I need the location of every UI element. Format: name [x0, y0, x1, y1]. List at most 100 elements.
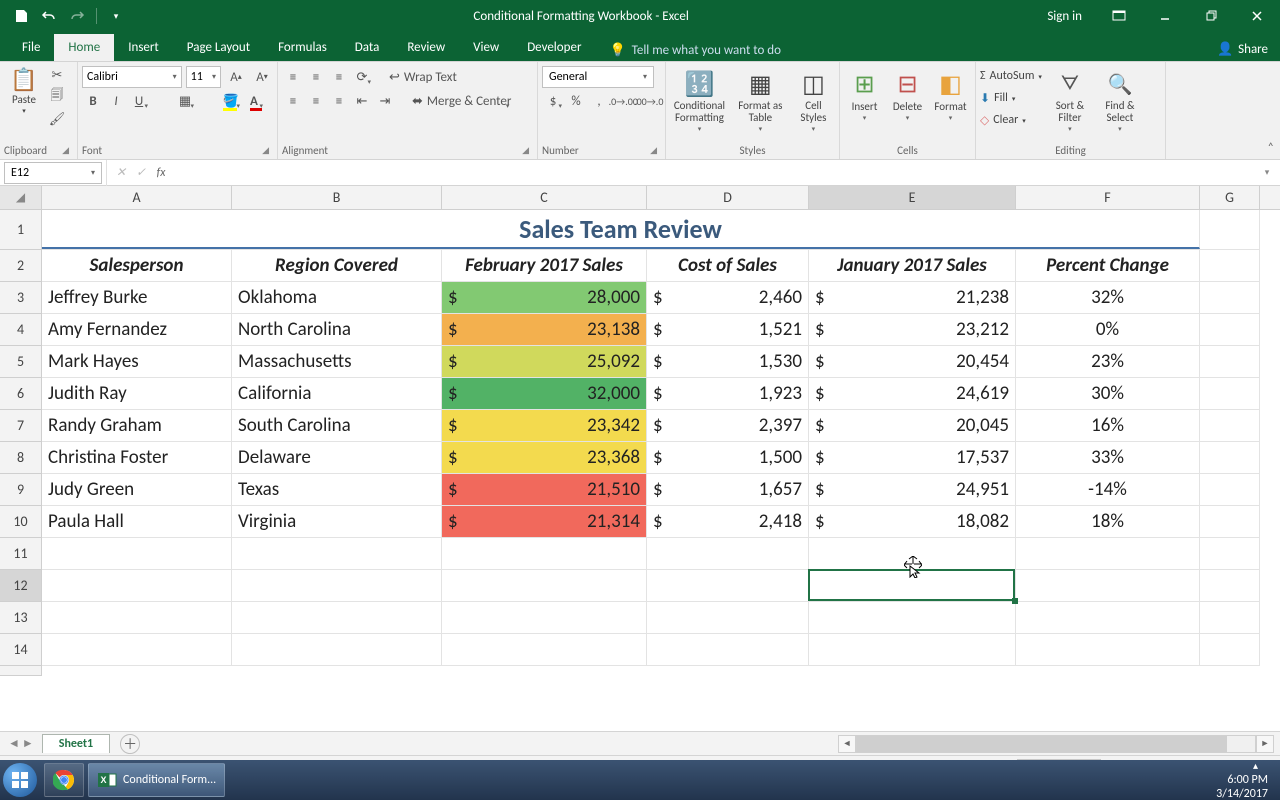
cell-salesperson[interactable]: Paula Hall: [42, 506, 232, 537]
cell-cost[interactable]: $1,657: [647, 474, 809, 505]
cell[interactable]: [1016, 570, 1200, 601]
cell[interactable]: [1200, 378, 1260, 409]
header-cell[interactable]: Salesperson: [42, 250, 232, 281]
cell-cost[interactable]: $1,923: [647, 378, 809, 409]
cell-cost[interactable]: $2,460: [647, 282, 809, 313]
tab-insert[interactable]: Insert: [114, 34, 173, 61]
cell[interactable]: [647, 602, 809, 633]
cell-jan-sales[interactable]: $24,619: [809, 378, 1016, 409]
cell[interactable]: [1016, 538, 1200, 569]
cell-feb-sales[interactable]: $28,000: [442, 282, 647, 313]
cell[interactable]: [809, 602, 1016, 633]
cell[interactable]: [1016, 634, 1200, 665]
clear-button[interactable]: ◇Clear ▾: [980, 110, 1042, 130]
taskbar-excel[interactable]: X Conditional Form...: [88, 763, 225, 797]
insert-function-icon[interactable]: fx: [151, 162, 171, 184]
row-header-4[interactable]: 4: [0, 314, 42, 346]
hscroll-track[interactable]: [856, 735, 1256, 753]
select-all-corner[interactable]: ◢: [0, 186, 42, 209]
wrap-text-button[interactable]: ↩Wrap Text: [389, 66, 457, 88]
cell[interactable]: [647, 538, 809, 569]
column-header-G[interactable]: G: [1200, 186, 1260, 209]
align-bottom-icon[interactable]: ≡: [328, 66, 350, 88]
copy-icon[interactable]: 🗐: [48, 88, 66, 106]
cell[interactable]: [442, 538, 647, 569]
increase-font-icon[interactable]: A▴: [225, 66, 247, 88]
row-header-3[interactable]: 3: [0, 282, 42, 314]
tab-review[interactable]: Review: [393, 34, 459, 61]
cell[interactable]: [42, 538, 232, 569]
cell-jan-sales[interactable]: $17,537: [809, 442, 1016, 473]
cell-styles-button[interactable]: ◫Cell Styles▾: [792, 66, 835, 144]
worksheet-grid[interactable]: ◢ ABCDEFG 1234567891011121314 Sales Team…: [0, 186, 1280, 731]
decrease-indent-icon[interactable]: ⇤: [351, 90, 373, 112]
close-icon[interactable]: [1234, 0, 1280, 32]
row-header-1[interactable]: 1: [0, 210, 42, 250]
cell[interactable]: [1200, 634, 1260, 665]
cell-region[interactable]: Massachusetts: [232, 346, 442, 377]
cell-pct[interactable]: 33%: [1016, 442, 1200, 473]
new-sheet-button[interactable]: ＋: [120, 734, 140, 754]
cell-feb-sales[interactable]: $21,314: [442, 506, 647, 537]
cell[interactable]: [1200, 602, 1260, 633]
cell-jan-sales[interactable]: $21,238: [809, 282, 1016, 313]
cell-feb-sales[interactable]: $23,342: [442, 410, 647, 441]
delete-cells-button[interactable]: ⊟Delete▾: [887, 66, 928, 144]
hscroll-left-icon[interactable]: ◄: [838, 735, 856, 753]
comma-format-icon[interactable]: ,: [588, 90, 610, 112]
cell-salesperson[interactable]: Mark Hayes: [42, 346, 232, 377]
fill-handle[interactable]: [1012, 598, 1018, 604]
italic-button[interactable]: I: [105, 90, 127, 112]
decrease-font-icon[interactable]: A▾: [251, 66, 273, 88]
align-left-icon[interactable]: ≡: [282, 90, 304, 112]
cell-region[interactable]: Texas: [232, 474, 442, 505]
cell[interactable]: [1200, 314, 1260, 345]
cell[interactable]: [1200, 538, 1260, 569]
cell[interactable]: [232, 570, 442, 601]
cell-salesperson[interactable]: Judith Ray: [42, 378, 232, 409]
cell-pct[interactable]: 0%: [1016, 314, 1200, 345]
cell-jan-sales[interactable]: $20,045: [809, 410, 1016, 441]
cell-region[interactable]: South Carolina: [232, 410, 442, 441]
fill-button[interactable]: ⬇Fill ▾: [980, 88, 1042, 108]
cell-jan-sales[interactable]: $24,951: [809, 474, 1016, 505]
name-box[interactable]: E12▾: [4, 162, 102, 184]
cell-pct[interactable]: 16%: [1016, 410, 1200, 441]
sheet-nav-prev-icon[interactable]: ◄: [8, 736, 20, 751]
cell-jan-sales[interactable]: $20,454: [809, 346, 1016, 377]
row-header-13[interactable]: 13: [0, 602, 42, 634]
cells-area[interactable]: Sales Team ReviewSalespersonRegion Cover…: [42, 210, 1260, 676]
column-header-A[interactable]: A: [42, 186, 232, 209]
cell-cost[interactable]: $2,418: [647, 506, 809, 537]
cell[interactable]: [442, 602, 647, 633]
sheet-tab-sheet1[interactable]: Sheet1: [42, 734, 110, 753]
cell-region[interactable]: Virginia: [232, 506, 442, 537]
undo-icon[interactable]: [36, 4, 62, 28]
cell-region[interactable]: California: [232, 378, 442, 409]
column-header-C[interactable]: C: [442, 186, 647, 209]
cell[interactable]: [1200, 250, 1260, 281]
font-size-selector[interactable]: 11▾: [186, 66, 221, 88]
cell[interactable]: [42, 634, 232, 665]
minimize-icon[interactable]: [1142, 0, 1188, 32]
row-header-8[interactable]: 8: [0, 442, 42, 474]
cell-region[interactable]: Delaware: [232, 442, 442, 473]
cell-cost[interactable]: $2,397: [647, 410, 809, 441]
cell-pct[interactable]: -14%: [1016, 474, 1200, 505]
cell[interactable]: [647, 634, 809, 665]
taskbar-chrome[interactable]: [44, 763, 84, 797]
cell-pct[interactable]: 18%: [1016, 506, 1200, 537]
align-center-icon[interactable]: ≡: [305, 90, 327, 112]
dialog-launcher-icon[interactable]: ◢: [522, 145, 533, 156]
cell[interactable]: [1200, 570, 1260, 601]
increase-decimal-icon[interactable]: .0→.00: [611, 90, 636, 112]
header-cell[interactable]: Cost of Sales: [647, 250, 809, 281]
paste-button[interactable]: 📋 Paste ▾: [4, 66, 44, 115]
sheet-nav-next-icon[interactable]: ►: [22, 736, 34, 751]
cell[interactable]: [1016, 602, 1200, 633]
tab-formulas[interactable]: Formulas: [264, 34, 341, 61]
tab-view[interactable]: View: [459, 34, 513, 61]
align-middle-icon[interactable]: ≡: [305, 66, 327, 88]
header-cell[interactable]: Region Covered: [232, 250, 442, 281]
cell[interactable]: [1200, 474, 1260, 505]
